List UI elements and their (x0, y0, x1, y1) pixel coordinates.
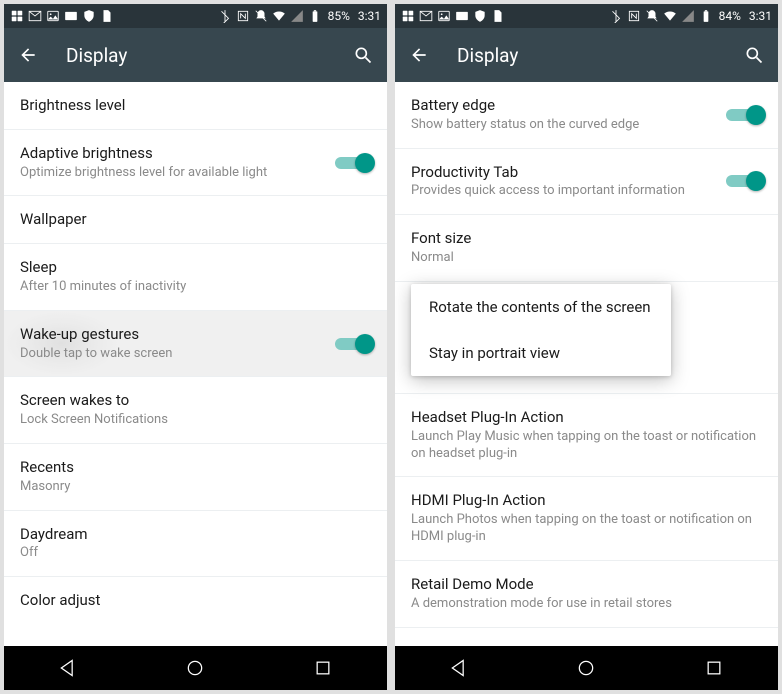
toggle-wake-up-gestures[interactable] (335, 334, 371, 354)
row-secondary: Double tap to wake screen (20, 346, 335, 363)
toggle-adaptive-brightness[interactable] (335, 153, 371, 173)
nav-home-icon[interactable] (184, 657, 206, 679)
row-primary: Screen wakes to (20, 391, 371, 410)
row-font-size[interactable]: Font size Normal (395, 215, 778, 282)
row-adaptive-brightness[interactable]: Adaptive brightness Optimize brightness … (4, 130, 387, 197)
nav-bar (395, 646, 778, 690)
row-primary: Sleep (20, 258, 371, 277)
row-brightness-level[interactable]: Brightness level (4, 82, 387, 130)
app-bar: Display (4, 28, 387, 82)
row-productivity-tab[interactable]: Productivity Tab Provides quick access t… (395, 149, 778, 216)
popup-item-rotate[interactable]: Rotate the contents of the screen (411, 284, 671, 330)
mail-icon (64, 9, 78, 23)
settings-list[interactable]: Brightness level Adaptive brightness Opt… (4, 82, 387, 646)
row-primary: Font size (411, 229, 762, 248)
row-battery-edge[interactable]: Battery edge Show battery status on the … (395, 82, 778, 149)
row-sleep[interactable]: Sleep After 10 minutes of inactivity (4, 244, 387, 311)
nav-back-icon[interactable] (448, 657, 470, 679)
status-clock: 3:31 (749, 9, 772, 23)
row-hdmi-plugin[interactable]: HDMI Plug-In Action Launch Photos when t… (395, 477, 778, 561)
row-color-adjust[interactable]: Color adjust (4, 577, 387, 624)
shield-icon (82, 9, 96, 23)
mute-icon (254, 9, 268, 23)
search-icon[interactable] (353, 45, 373, 65)
row-secondary: Launch Photos when tapping on the toast … (411, 512, 762, 546)
battery-percent: 85% (328, 9, 350, 23)
row-retail-demo[interactable]: Retail Demo Mode A demonstration mode fo… (395, 561, 778, 628)
no-signal-icon (290, 9, 304, 23)
row-secondary: Normal (411, 250, 762, 267)
battery-icon (308, 9, 322, 23)
row-screen-wakes-to[interactable]: Screen wakes to Lock Screen Notification… (4, 377, 387, 444)
image-icon (46, 9, 60, 23)
status-bar: 85% 3:31 (4, 4, 387, 28)
row-secondary: Optimize brightness level for available … (20, 165, 335, 182)
row-primary: Daydream (20, 525, 371, 544)
popup-item-portrait[interactable]: Stay in portrait view (411, 330, 671, 376)
row-secondary: Masonry (20, 479, 371, 496)
bbm-icon (10, 9, 24, 23)
back-icon[interactable] (409, 45, 429, 65)
row-primary: Headset Plug-In Action (411, 408, 762, 427)
row-primary: Wake-up gestures (20, 325, 335, 344)
back-icon[interactable] (18, 45, 38, 65)
toggle-productivity-tab[interactable] (726, 171, 762, 191)
status-clock: 3:31 (358, 9, 381, 23)
page-title: Display (66, 44, 353, 67)
nav-back-icon[interactable] (57, 657, 79, 679)
nav-recents-icon[interactable] (703, 657, 725, 679)
app-bar: Display (395, 28, 778, 82)
row-secondary: After 10 minutes of inactivity (20, 279, 371, 296)
sim-icon (100, 9, 114, 23)
wifi-icon (272, 9, 286, 23)
nav-bar (4, 646, 387, 690)
nav-home-icon[interactable] (575, 657, 597, 679)
mail-icon (455, 9, 469, 23)
settings-list[interactable]: Battery edge Show battery status on the … (395, 82, 778, 646)
row-primary: Recents (20, 458, 371, 477)
wifi-icon (663, 9, 677, 23)
row-primary: Battery edge (411, 96, 726, 115)
row-secondary: A demonstration mode for use in retail s… (411, 596, 762, 613)
status-bar: 84% 3:31 (395, 4, 778, 28)
row-secondary: Launch Play Music when tapping on the to… (411, 429, 762, 463)
row-primary: Wallpaper (20, 210, 371, 229)
rotation-popup: Rotate the contents of the screen Stay i… (411, 284, 671, 376)
row-primary: HDMI Plug-In Action (411, 491, 762, 510)
row-wallpaper[interactable]: Wallpaper (4, 196, 387, 244)
row-primary: Adaptive brightness (20, 144, 335, 163)
row-primary: Color adjust (20, 591, 371, 610)
gmail-icon (28, 9, 42, 23)
nfc-icon (627, 9, 641, 23)
bluetooth-icon (609, 9, 623, 23)
shield-icon (473, 9, 487, 23)
nfc-icon (236, 9, 250, 23)
row-primary: Retail Demo Mode (411, 575, 762, 594)
no-signal-icon (681, 9, 695, 23)
row-secondary: Provides quick access to important infor… (411, 183, 726, 200)
phone-right: 84% 3:31 Display Battery edge Show batte… (395, 4, 778, 690)
gmail-icon (419, 9, 433, 23)
row-secondary: Show battery status on the curved edge (411, 117, 726, 134)
image-icon (437, 9, 451, 23)
search-icon[interactable] (744, 45, 764, 65)
sim-icon (491, 9, 505, 23)
bluetooth-icon (218, 9, 232, 23)
battery-percent: 84% (719, 9, 741, 23)
row-wake-up-gestures[interactable]: Wake-up gestures Double tap to wake scre… (4, 311, 387, 378)
phone-left: 85% 3:31 Display Brightness level Adapti… (4, 4, 387, 690)
mute-icon (645, 9, 659, 23)
row-recents[interactable]: Recents Masonry (4, 444, 387, 511)
row-daydream[interactable]: Daydream Off (4, 511, 387, 578)
nav-recents-icon[interactable] (312, 657, 334, 679)
row-primary: Brightness level (20, 96, 371, 115)
row-headset-plugin[interactable]: Headset Plug-In Action Launch Play Music… (395, 394, 778, 478)
page-title: Display (457, 44, 744, 67)
battery-icon (699, 9, 713, 23)
toggle-battery-edge[interactable] (726, 105, 762, 125)
bbm-icon (401, 9, 415, 23)
row-secondary: Off (20, 545, 371, 562)
row-primary: Productivity Tab (411, 163, 726, 182)
row-secondary: Lock Screen Notifications (20, 412, 371, 429)
